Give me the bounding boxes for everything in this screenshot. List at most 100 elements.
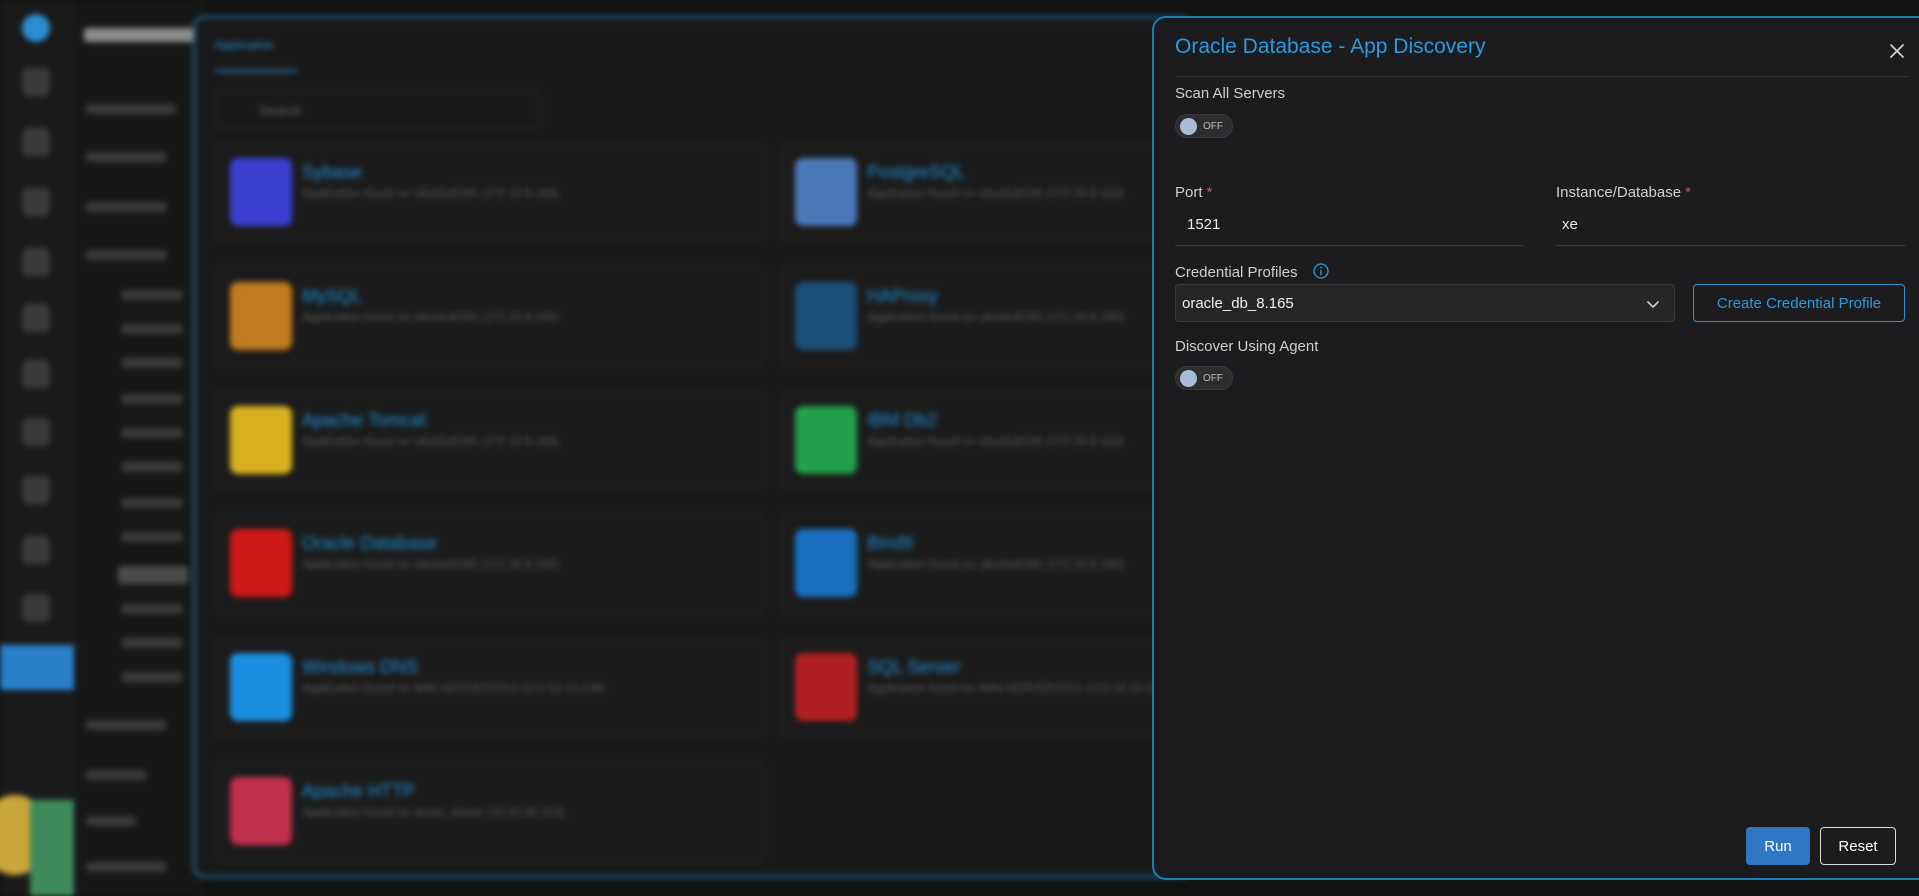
app-name: Apache HTTP — [302, 781, 416, 801]
app-logo-icon — [230, 653, 292, 721]
rail-icon[interactable] — [22, 128, 50, 156]
required-mark: * — [1685, 184, 1691, 201]
chevron-down-icon — [1647, 301, 1659, 308]
app-host: Application found on ubuntu8165 (172.16.… — [867, 310, 1124, 324]
discover-using-agent-toggle[interactable]: OFF — [1175, 366, 1233, 390]
run-button[interactable]: Run — [1746, 827, 1810, 865]
port-input[interactable] — [1187, 216, 1501, 233]
nav-item[interactable] — [86, 816, 136, 826]
instance-input[interactable] — [1562, 216, 1877, 233]
app-card[interactable]: Oracle Database Application found on ubun… — [215, 514, 765, 614]
app-logo-icon — [230, 282, 292, 350]
tab-application[interactable]: Application — [215, 38, 274, 52]
rail-icon[interactable] — [22, 304, 50, 332]
info-icon[interactable] — [1313, 263, 1329, 279]
search-placeholder: Search — [260, 103, 302, 118]
rail-icon[interactable] — [22, 594, 50, 622]
app-logo-icon — [795, 406, 857, 474]
app-name: IBM Db2 — [867, 410, 938, 430]
scan-all-servers-label: Scan All Servers — [1175, 85, 1286, 102]
app-host: Application found on ubuntu8165 (172.16.… — [867, 434, 1124, 448]
nav-item[interactable] — [86, 152, 166, 162]
nav-item[interactable] — [122, 532, 182, 542]
rail-icon[interactable] — [22, 188, 50, 216]
close-icon[interactable] — [1884, 38, 1910, 64]
app-logo-icon — [795, 158, 857, 226]
applications-panel: Application Search Sybase Application fou… — [193, 16, 1330, 878]
nav-item[interactable] — [122, 428, 182, 438]
divider — [1175, 76, 1908, 77]
nav-item-active[interactable] — [118, 566, 188, 584]
app-card[interactable]: Apache HTTP Application found on aman_das… — [215, 762, 765, 862]
nav-item[interactable] — [86, 720, 166, 730]
instance-field[interactable] — [1556, 208, 1906, 246]
nav-item[interactable] — [86, 202, 166, 212]
port-label-text: Port — [1175, 184, 1203, 201]
app-name: Bind9 — [867, 533, 914, 553]
icon-rail — [0, 0, 74, 896]
tab-indicator — [215, 70, 297, 72]
instance-label: Instance/Database * — [1556, 184, 1691, 201]
app-logo-icon — [230, 529, 292, 597]
app-logo-icon — [230, 158, 292, 226]
app-host: Application found on ubuntu8165 (172.16.… — [302, 434, 559, 448]
app-card[interactable]: Sybase Application found on ubuntu8165 (1… — [215, 143, 765, 243]
app-host: Application found on aman_dasari (10.20.… — [302, 805, 565, 819]
nav-item[interactable] — [122, 672, 182, 682]
toggle-knob — [1180, 118, 1197, 135]
rail-active-item[interactable] — [0, 645, 74, 690]
app-host: Application found on WIN-SERVER2012 (172… — [302, 681, 606, 695]
port-field[interactable] — [1175, 208, 1523, 246]
nav-item[interactable] — [86, 104, 176, 114]
instance-label-text: Instance/Database — [1556, 184, 1682, 201]
toggle-state: OFF — [1203, 373, 1223, 384]
create-credential-profile-button[interactable]: Create Credential Profile — [1693, 284, 1905, 322]
app-discovery-drawer: Oracle Database - App Discovery Scan All… — [1152, 16, 1919, 880]
toggle-knob — [1180, 370, 1197, 387]
app-name: Windows DNS — [302, 657, 419, 677]
nav-item[interactable] — [122, 462, 182, 472]
nav-item[interactable] — [122, 290, 182, 300]
search-input[interactable]: Search — [215, 90, 540, 128]
nav-item[interactable] — [122, 324, 182, 334]
rail-icon[interactable] — [22, 248, 50, 276]
nav-item[interactable] — [86, 250, 166, 260]
app-logo-icon — [795, 653, 857, 721]
app-logo-icon — [230, 406, 292, 474]
nav-item[interactable] — [122, 498, 182, 508]
toggle-state: OFF — [1203, 121, 1223, 132]
app-host: Application found on WIN-SERVER2012 (172… — [867, 681, 1171, 695]
reset-button[interactable]: Reset — [1820, 827, 1896, 865]
app-card[interactable]: Apache Tomcat Application found on ubuntu… — [215, 391, 765, 491]
app-host: Application found on ubuntu8165 (172.16.… — [302, 310, 559, 324]
nav-item[interactable] — [86, 862, 166, 872]
app-name: HAProxy — [867, 286, 939, 306]
app-logo-icon — [230, 777, 292, 845]
app-logo — [22, 14, 50, 42]
rail-icon[interactable] — [22, 68, 50, 96]
decorative-shape — [30, 800, 74, 896]
app-name: PostgreSQL — [867, 162, 966, 182]
app-card[interactable]: MySQL Application found on ubuntu8165 (17… — [215, 267, 765, 367]
nav-item[interactable] — [122, 358, 182, 368]
rail-icon[interactable] — [22, 536, 50, 564]
scan-all-servers-toggle[interactable]: OFF — [1175, 114, 1233, 138]
rail-icon[interactable] — [22, 418, 50, 446]
nav-item[interactable] — [122, 638, 182, 648]
drawer-title: Oracle Database - App Discovery — [1175, 35, 1486, 58]
app-host: Application found on ubuntu8165 (172.16.… — [302, 557, 559, 571]
settings-nav — [74, 0, 204, 896]
credential-profiles-label: Credential Profiles — [1175, 264, 1298, 281]
credential-profile-select[interactable]: oracle_db_8.165 — [1175, 284, 1675, 322]
app-host: Application found on ubuntu8165 (172.16.… — [302, 186, 559, 200]
nav-item[interactable] — [86, 770, 146, 780]
nav-item[interactable] — [122, 604, 182, 614]
required-mark: * — [1206, 184, 1213, 201]
rail-icon[interactable] — [22, 360, 50, 388]
nav-title — [84, 28, 194, 42]
app-name: Oracle Database — [302, 533, 438, 553]
nav-item[interactable] — [122, 394, 182, 404]
app-name: SQL Server — [867, 657, 961, 677]
app-card[interactable]: Windows DNS Application found on WIN-SERV… — [215, 638, 765, 738]
rail-icon[interactable] — [22, 476, 50, 504]
